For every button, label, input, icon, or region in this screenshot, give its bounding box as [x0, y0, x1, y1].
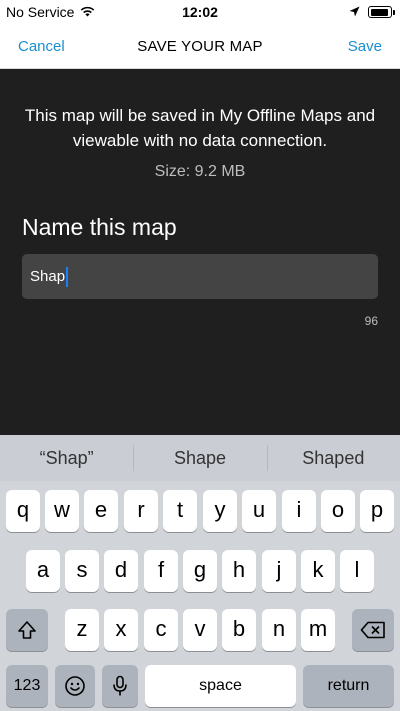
key-k[interactable]: k: [301, 550, 335, 592]
space-key[interactable]: space: [145, 665, 296, 707]
page-title: SAVE YOUR MAP: [137, 38, 263, 55]
suggestion-item[interactable]: Shape: [133, 435, 266, 481]
emoji-icon: [64, 672, 86, 697]
microphone-key[interactable]: [102, 665, 138, 707]
key-i[interactable]: i: [282, 490, 316, 532]
key-z[interactable]: z: [65, 609, 99, 651]
key-b[interactable]: b: [222, 609, 256, 651]
key-f[interactable]: f: [144, 550, 178, 592]
key-g[interactable]: g: [183, 550, 217, 592]
key-a[interactable]: a: [26, 550, 60, 592]
emoji-key[interactable]: [55, 665, 95, 707]
return-key[interactable]: return: [303, 665, 394, 707]
key-p[interactable]: p: [360, 490, 394, 532]
info-text: This map will be saved in My Offline Map…: [24, 106, 376, 150]
status-time: 12:02: [182, 4, 218, 20]
map-name-input[interactable]: Shap: [22, 254, 378, 299]
shift-key[interactable]: [6, 609, 48, 651]
text-caret: [66, 267, 69, 288]
delete-icon: [360, 616, 386, 641]
numbers-key[interactable]: 123: [6, 665, 48, 707]
key-s[interactable]: s: [65, 550, 99, 592]
status-right: [349, 4, 395, 20]
save-map-panel: This map will be saved in My Offline Map…: [0, 69, 400, 435]
key-h[interactable]: h: [222, 550, 256, 592]
key-w[interactable]: w: [45, 490, 79, 532]
map-size-label: Size: 9.2 MB: [154, 163, 246, 180]
key-l[interactable]: l: [340, 550, 374, 592]
key-x[interactable]: x: [104, 609, 138, 651]
map-name-value: Shap: [30, 268, 66, 285]
battery-icon: [368, 6, 395, 18]
suggestion-item[interactable]: “Shap”: [0, 435, 133, 481]
nav-bar: Cancel SAVE YOUR MAP Save: [0, 24, 400, 69]
key-u[interactable]: u: [242, 490, 276, 532]
shift-icon: [17, 616, 37, 641]
key-q[interactable]: q: [6, 490, 40, 532]
key-j[interactable]: j: [262, 550, 296, 592]
key-y[interactable]: y: [203, 490, 237, 532]
delete-key[interactable]: [352, 609, 394, 651]
suggestion-item[interactable]: Shaped: [266, 435, 400, 481]
suggestion-bar: “Shap” Shape Shaped: [0, 435, 400, 481]
key-n[interactable]: n: [262, 609, 296, 651]
name-heading: Name this map: [22, 214, 177, 240]
key-t[interactable]: t: [163, 490, 197, 532]
char-count: 96: [364, 314, 378, 328]
key-e[interactable]: e: [84, 490, 118, 532]
location-arrow-icon: [349, 4, 360, 20]
keyboard: “Shap” Shape Shaped q w e r t y u i o p …: [0, 435, 400, 711]
key-d[interactable]: d: [104, 550, 138, 592]
key-c[interactable]: c: [144, 609, 178, 651]
key-v[interactable]: v: [183, 609, 217, 651]
key-o[interactable]: o: [321, 490, 355, 532]
key-r[interactable]: r: [124, 490, 158, 532]
status-bar: No Service 12:02: [0, 0, 400, 24]
save-button[interactable]: Save: [348, 38, 382, 55]
microphone-icon: [112, 672, 128, 697]
key-m[interactable]: m: [301, 609, 335, 651]
